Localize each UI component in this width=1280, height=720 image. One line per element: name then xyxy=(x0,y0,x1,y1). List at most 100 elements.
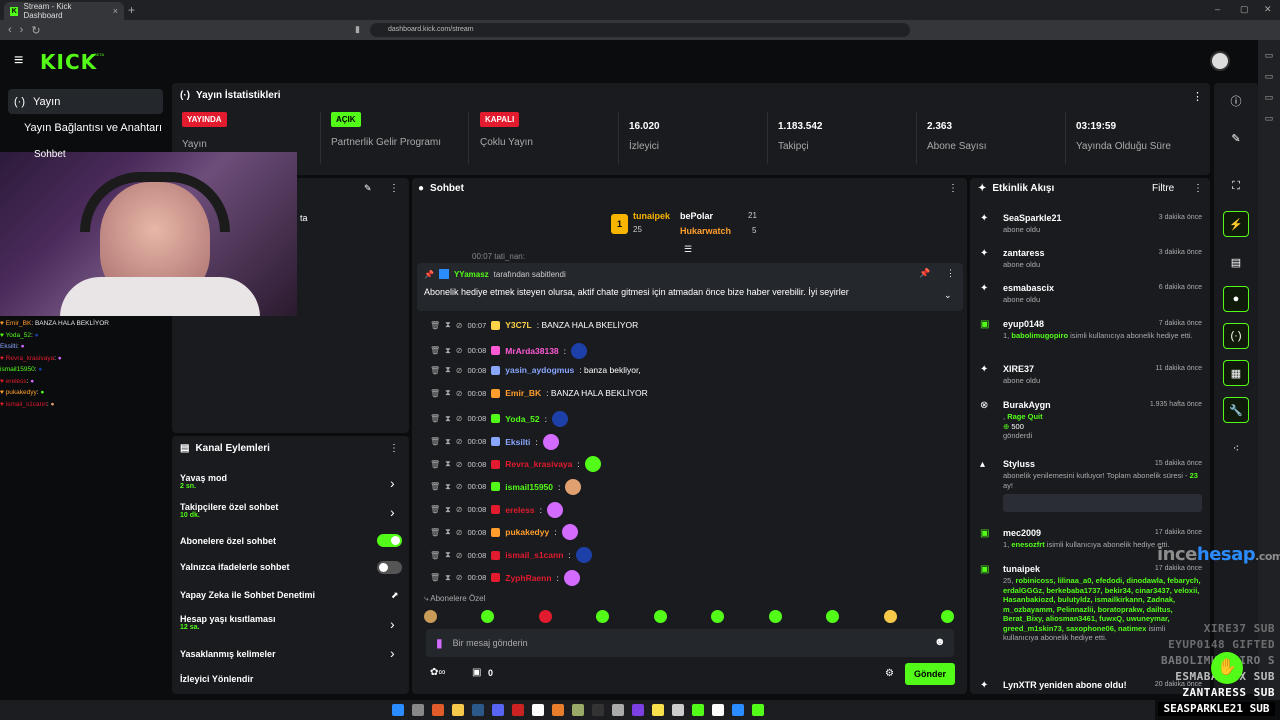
search-icon[interactable] xyxy=(411,704,424,716)
leader-name[interactable]: tunaipek xyxy=(633,211,670,221)
brave-icon[interactable] xyxy=(431,704,444,716)
app-icon[interactable] xyxy=(651,704,664,716)
expand-icon[interactable]: ☰ xyxy=(684,244,692,255)
message-input[interactable]: ▮ Bir mesaj gönderin xyxy=(426,629,954,657)
wrench-icon[interactable]: 🔧 xyxy=(1223,397,1249,423)
emote-icon[interactable] xyxy=(481,609,495,623)
more-options-icon[interactable]: ⋮ xyxy=(389,183,399,194)
ban-icon[interactable]: ⊘ xyxy=(456,528,463,537)
delete-icon[interactable]: 🗑 xyxy=(430,414,440,423)
leader-name[interactable]: Hukarwatch xyxy=(680,226,731,236)
app-icon[interactable] xyxy=(631,704,644,716)
delete-icon[interactable]: 🗑 xyxy=(430,482,440,491)
kick-logo[interactable]: KICK xyxy=(40,50,97,74)
timeout-icon[interactable]: ⧗ xyxy=(445,320,451,330)
chat-message[interactable]: 🗑 ⧗ ⊘ 00:08 Revra_krasivaya: xyxy=(430,456,601,473)
username[interactable]: MrArda38138 xyxy=(505,346,558,356)
chat-message[interactable]: 🗑 ⧗ ⊘ 00:08 yasin_aydogmus: banza bekliyor, xyxy=(430,365,641,375)
chat-message[interactable]: 🗑 ⧗ ⊘ 00:08 pukakedyy: xyxy=(430,524,578,541)
chat-message[interactable]: 🗑 ⧗ ⊘ 00:08 ismail_s1cann: xyxy=(430,547,592,563)
steam-icon[interactable] xyxy=(471,704,484,716)
username[interactable]: pukakedyy xyxy=(505,527,549,537)
ban-icon[interactable]: ⊘ xyxy=(456,505,463,514)
send-button[interactable]: Gönder xyxy=(905,663,955,685)
username[interactable]: ZyphRaenn xyxy=(505,573,551,583)
username[interactable]: yasin_aydogmus xyxy=(505,365,574,375)
more-options-icon[interactable]: ⋮ xyxy=(389,443,399,454)
menu-icon[interactable]: ≡ xyxy=(14,52,23,70)
timeout-icon[interactable]: ⧗ xyxy=(445,505,451,515)
ai-moderation-row[interactable]: Yapay Zeka ile Sohbet Denetimi xyxy=(180,590,315,600)
back-icon[interactable]: ‹ xyxy=(8,24,12,36)
sidebar-icon-4[interactable]: ▭ xyxy=(1258,113,1280,124)
chat-message[interactable]: 🗑 ⧗ ⊘ 00:08 MrArda38138: xyxy=(430,342,588,359)
sidebar-icon-2[interactable]: ▭ xyxy=(1258,71,1280,82)
folder-icon[interactable] xyxy=(451,704,464,716)
sidebar-icon-3[interactable]: ▭ xyxy=(1258,92,1280,103)
emote-icon[interactable] xyxy=(711,609,725,623)
unpin-icon[interactable]: 📌 xyxy=(919,268,930,279)
emoji-icon[interactable]: ☻ xyxy=(934,636,946,648)
info-icon[interactable]: ⓘ xyxy=(1223,88,1249,114)
timeout-icon[interactable]: ⧗ xyxy=(445,437,451,447)
bookmark-icon[interactable]: ▮ xyxy=(355,24,360,35)
chat-message[interactable]: 🗑 ⧗ ⊘ 00:07 Y3C7L: BANZA HALA BKELİYOR xyxy=(430,320,638,330)
timeout-icon[interactable]: ⧗ xyxy=(445,414,451,424)
app-icon[interactable] xyxy=(731,704,744,716)
app-icon[interactable] xyxy=(531,704,544,716)
layout-icon[interactable]: ▦ xyxy=(1223,360,1249,386)
maximize-icon[interactable]: ▢ xyxy=(1240,4,1249,15)
chat-message[interactable]: 🗑 ⧗ ⊘ 00:08 ereless: xyxy=(430,501,563,518)
account-age-row[interactable]: Hesap yaşı kısıtlaması 12 sa. xyxy=(180,614,276,631)
more-options-icon[interactable]: ⋮ xyxy=(1193,183,1203,194)
timeout-icon[interactable]: ⧗ xyxy=(445,365,451,375)
ban-icon[interactable]: ⊘ xyxy=(456,551,463,560)
sidebar-item-stream-key[interactable]: Yayın Bağlantısı ve Anahtarı xyxy=(24,122,162,134)
browser-tab[interactable]: K Stream - Kick Dashboard × xyxy=(4,2,124,20)
ban-icon[interactable]: ⊘ xyxy=(456,437,463,446)
timeout-icon[interactable]: ⧗ xyxy=(445,573,451,583)
raid-row[interactable]: İzleyici Yönlendir xyxy=(180,674,253,684)
timeout-icon[interactable]: ⧗ xyxy=(445,550,451,560)
app-icon[interactable] xyxy=(691,704,704,716)
delete-icon[interactable]: 🗑 xyxy=(430,321,440,330)
start-icon[interactable] xyxy=(391,704,404,716)
ban-icon[interactable]: ⊘ xyxy=(456,321,463,330)
screen-icon[interactable]: ⛶ xyxy=(1223,173,1249,199)
ban-icon[interactable]: ⊘ xyxy=(456,573,463,582)
emote-icon[interactable] xyxy=(826,609,840,623)
more-options-icon[interactable]: ⋮ xyxy=(946,268,955,279)
more-options-icon[interactable]: ⋮ xyxy=(1192,90,1203,103)
minimize-icon[interactable]: – xyxy=(1215,4,1220,14)
more-options-icon[interactable]: ⋮ xyxy=(948,183,958,194)
timeout-icon[interactable]: ⧗ xyxy=(445,459,451,469)
app-icon[interactable] xyxy=(711,704,724,716)
close-tab-icon[interactable]: × xyxy=(113,6,118,16)
chevron-right-icon[interactable]: › xyxy=(390,616,395,632)
ban-icon[interactable]: ⊘ xyxy=(456,460,463,469)
emote-icon[interactable] xyxy=(596,609,610,623)
banned-words-row[interactable]: Yasaklanmış kelimeler xyxy=(180,649,276,659)
delete-icon[interactable]: 🗑 xyxy=(430,460,440,469)
app-icon[interactable] xyxy=(511,704,524,716)
edit-icon[interactable]: ✎ xyxy=(1223,125,1249,151)
delete-icon[interactable]: 🗑 xyxy=(430,505,440,514)
points-icon[interactable]: ✿∞ xyxy=(430,667,446,678)
nodes-icon[interactable]: ⁖ xyxy=(1223,435,1249,461)
timeout-icon[interactable]: ⧗ xyxy=(445,482,451,492)
chat-message[interactable]: 🗑 ⧗ ⊘ 00:08 Eksilti: xyxy=(430,433,559,450)
obs-icon[interactable] xyxy=(591,704,604,716)
delete-icon[interactable]: 🗑 xyxy=(430,437,440,446)
filter-button[interactable]: Filtre xyxy=(1152,183,1174,194)
username[interactable]: Emir_BK xyxy=(505,388,541,398)
emote-only-toggle[interactable] xyxy=(377,561,402,574)
username[interactable]: ismail15950 xyxy=(505,482,553,492)
chevron-right-icon[interactable]: › xyxy=(390,475,395,491)
emote-icon[interactable] xyxy=(883,609,897,623)
app-icon[interactable] xyxy=(611,704,624,716)
app-icon[interactable] xyxy=(571,704,584,716)
delete-icon[interactable]: 🗑 xyxy=(430,573,440,582)
username[interactable]: Yoda_52 xyxy=(505,414,539,424)
username[interactable]: ereless xyxy=(505,505,534,515)
app-icon[interactable] xyxy=(671,704,684,716)
